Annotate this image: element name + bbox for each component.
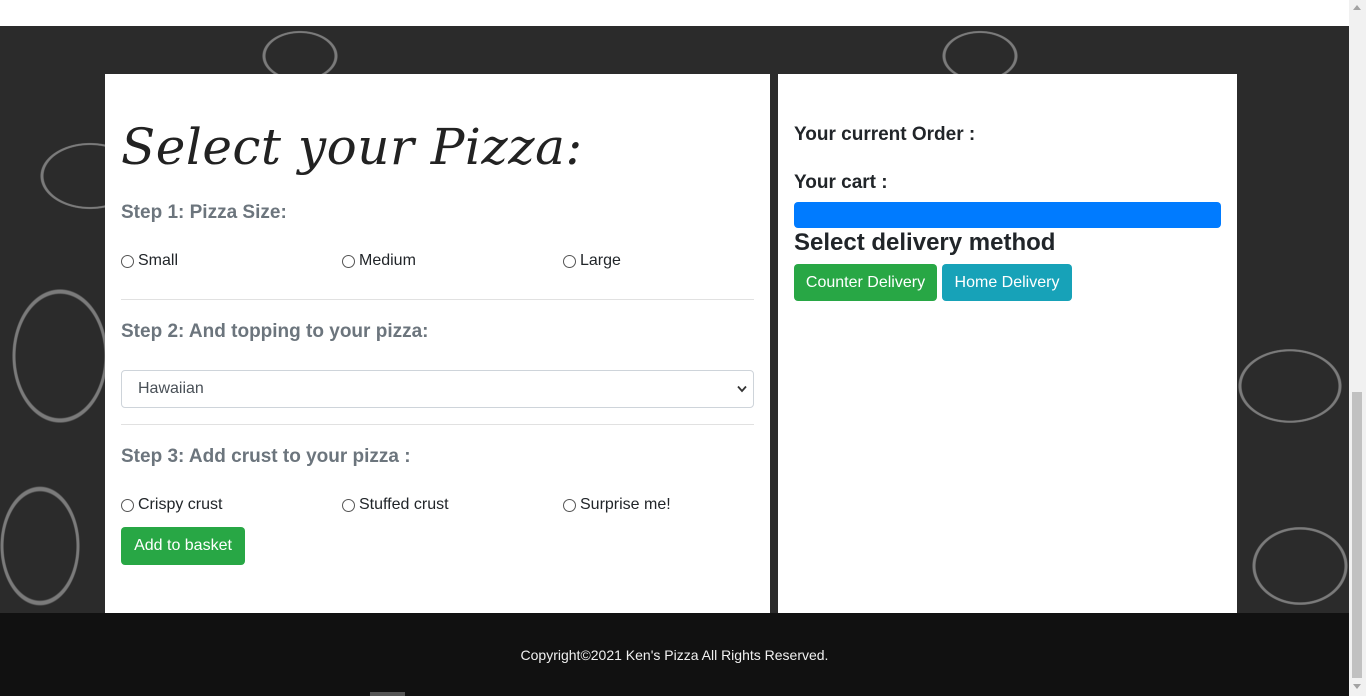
size-option-small[interactable]: Small [121, 252, 178, 270]
size-option-medium[interactable]: Medium [342, 252, 416, 270]
scroll-up-icon[interactable] [1353, 5, 1361, 10]
radio-label: Crispy crust [138, 496, 223, 513]
radio-label: Large [580, 252, 621, 269]
radio-button[interactable] [342, 498, 355, 512]
size-option-large[interactable]: Large [563, 252, 621, 270]
radio-button[interactable] [342, 254, 355, 268]
scroll-down-icon[interactable] [1353, 684, 1361, 689]
scrollbar-thumb[interactable] [1352, 392, 1362, 678]
chevron-down-icon [737, 385, 747, 393]
crust-radio-group: Crispy crust Stuffed crust Surprise me! [121, 496, 754, 518]
radio-button[interactable] [563, 498, 576, 512]
radio-button[interactable] [121, 498, 134, 512]
size-radio-group: Small Medium Large [121, 252, 754, 274]
crust-option-crispy[interactable]: Crispy crust [121, 496, 222, 514]
step1-heading: Step 1: Pizza Size: [121, 202, 287, 223]
cart-heading: Your cart : [794, 172, 888, 193]
radio-label: Stuffed crust [359, 496, 449, 513]
radio-label: Small [138, 252, 179, 269]
divider [121, 299, 754, 300]
step2-heading: Step 2: And topping to your pizza: [121, 321, 429, 342]
footer: Copyright©2021 Ken's Pizza All Rights Re… [0, 613, 1349, 696]
radio-label: Surprise me! [580, 496, 671, 513]
step3-heading: Step 3: Add crust to your pizza : [121, 446, 411, 467]
page-scrollbar[interactable] [1349, 0, 1366, 696]
pizza-form-panel: Select your Pizza: Step 1: Pizza Size: S… [105, 74, 770, 613]
page-title: Select your Pizza: [121, 118, 583, 176]
topping-select[interactable]: Hawaiian [121, 370, 754, 408]
counter-delivery-button[interactable]: Counter Delivery [794, 264, 937, 301]
topping-select-value: Hawaiian [138, 380, 204, 397]
crust-option-surprise[interactable]: Surprise me! [563, 496, 671, 514]
delivery-method-heading: Select delivery method [794, 229, 1056, 256]
cart-contents-bar [794, 202, 1221, 228]
copyright-text: Copyright©2021 Ken's Pizza All Rights Re… [520, 646, 829, 663]
order-panel: Your current Order : Your cart : Select … [778, 74, 1237, 613]
radio-button[interactable] [121, 254, 134, 268]
radio-button[interactable] [563, 254, 576, 268]
add-to-basket-button[interactable]: Add to basket [121, 527, 245, 565]
top-bar [0, 0, 1349, 26]
home-delivery-button[interactable]: Home Delivery [942, 264, 1072, 301]
divider [121, 424, 754, 425]
crust-option-stuffed[interactable]: Stuffed crust [342, 496, 449, 514]
footer-tab-indicator [370, 692, 405, 696]
current-order-heading: Your current Order : [794, 124, 976, 145]
radio-label: Medium [359, 252, 416, 269]
